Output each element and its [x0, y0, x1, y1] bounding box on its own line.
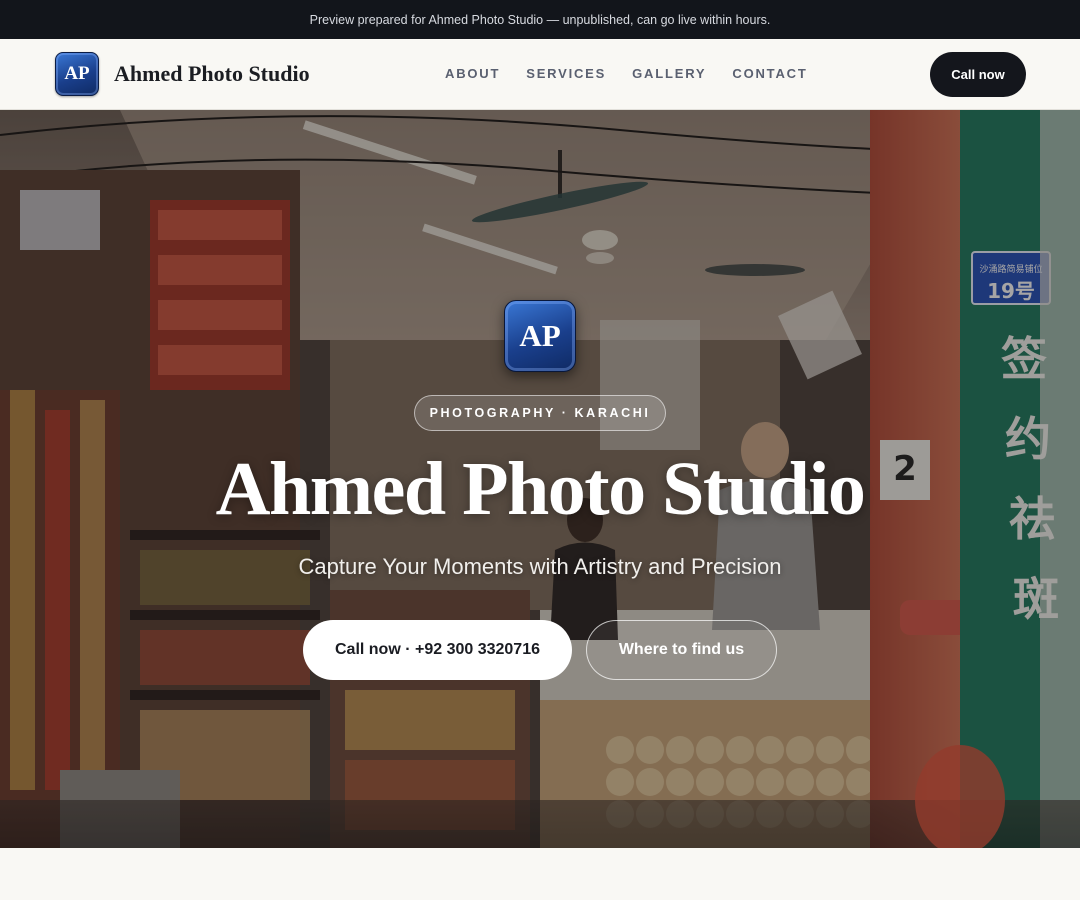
brand-name: Ahmed Photo Studio	[114, 61, 310, 86]
header-call-button[interactable]: Call now	[930, 52, 1026, 97]
find-us-button[interactable]: Where to find us	[586, 620, 777, 680]
main-nav: ABOUT SERVICES GALLERY CONTACT	[445, 66, 808, 81]
announcement-text: Preview prepared for Ahmed Photo Studio …	[309, 12, 771, 27]
hero-section: 沙涌路简易铺位 19号 签 约 祛 斑 2 AP PHOTOGRAPHY · K…	[0, 110, 1080, 848]
hero-tagline: Capture Your Moments with Artistry and P…	[298, 554, 782, 579]
next-section	[0, 848, 1080, 900]
nav-link-gallery[interactable]: GALLERY	[632, 66, 706, 81]
logo-icon: AP	[55, 52, 99, 96]
hero-badge: PHOTOGRAPHY · KARACHI	[414, 395, 666, 431]
hero-logo-icon: AP	[504, 300, 576, 372]
nav-link-about[interactable]: ABOUT	[445, 66, 500, 81]
brand[interactable]: AP Ahmed Photo Studio	[55, 52, 310, 96]
announcement-bar: Preview prepared for Ahmed Photo Studio …	[0, 0, 1080, 39]
hero-title: Ahmed Photo Studio	[215, 447, 866, 531]
nav-link-contact[interactable]: CONTACT	[732, 66, 807, 81]
hero-content: AP PHOTOGRAPHY · KARACHI Ahmed Photo Stu…	[0, 110, 1080, 848]
site-header: AP Ahmed Photo Studio ABOUT SERVICES GAL…	[0, 39, 1080, 110]
nav-link-services[interactable]: SERVICES	[526, 66, 606, 81]
hero-call-button[interactable]: Call now · +92 300 3320716	[303, 620, 572, 680]
